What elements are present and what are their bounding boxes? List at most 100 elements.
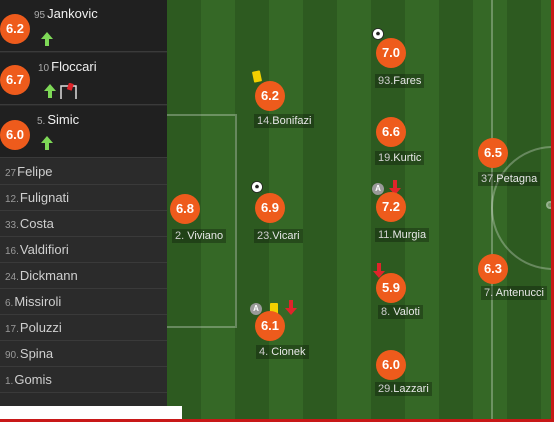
bench-sidebar: 6.2 95 Jankovic 6.7 10 Floccari 6.0 5. Simi… [0,0,167,406]
player-name: Kurtic [393,152,422,164]
player-number: 4. [259,346,269,358]
player-name: Missiroli [14,294,62,309]
player-number: 93. [378,75,394,87]
player-number: 14. [257,115,273,127]
player-name: Antenucci [495,287,544,299]
player-name: Cionek [271,346,306,358]
player-number: 12. [5,194,19,205]
substitute-row[interactable]: 6.0 5. Simic [0,106,167,158]
rating-badge[interactable]: 6.8 [170,194,200,224]
player-number: 7. [484,287,494,299]
goal-ball-icon [372,28,384,40]
player-name: Fulignati [19,190,70,205]
rating-badge[interactable]: 5.9 [376,273,406,303]
player-label[interactable]: 37.Petagna [478,172,541,186]
player-label[interactable]: 11.Murgia [375,228,430,242]
player-name: Murgia [392,229,427,241]
player-label[interactable]: 29.Lazzari [375,382,432,396]
center-spot [546,201,551,209]
player-number: 24. [5,272,19,283]
player-name: Bonifazi [272,115,312,127]
player-name: Spina [19,346,54,361]
bench-row[interactable]: 90.Spina [0,341,167,367]
bench-row[interactable]: 1.Gomis [0,367,167,393]
bench-row[interactable]: 16.Valdifiori [0,237,167,263]
player-label[interactable]: 93.Fares [375,74,425,88]
player-label[interactable]: 23.Vicari [254,229,303,243]
player-label[interactable]: 7. Antenucci [481,286,547,300]
match-lineup-widget: 6.8 2. Viviano 6.2 14.Bonifazi 6.9 23.Vi… [0,0,554,422]
player-number: 11. [378,229,393,241]
substitute-name: 10 Floccari [38,59,97,74]
player-name: Jankovic [47,6,98,21]
player-number: 10 [38,63,50,74]
player-name: Simic [47,112,80,127]
player-name: Lazzari [393,383,429,395]
bench-row[interactable]: 12.Fulignati [0,185,167,211]
player-label[interactable]: 8. Valoti [378,305,423,319]
substitute-row[interactable]: 6.2 95 Jankovic [0,0,167,52]
rating-badge[interactable]: 6.0 [376,350,406,380]
rating-badge[interactable]: 7.0 [376,38,406,68]
rating-badge[interactable]: 6.6 [376,117,406,147]
rating-badge: 6.0 [0,120,30,150]
player-label[interactable]: 4. Cionek [256,345,309,359]
red-card-icon [60,83,77,99]
player-number: 8. [381,306,391,318]
rating-badge[interactable]: 7.2 [376,192,406,222]
substitute-name: 95 Jankovic [34,6,98,21]
player-number: 5. [37,116,46,127]
player-name: Petagna [496,173,538,185]
player-number: 29. [378,383,394,395]
player-number: 33. [5,220,19,231]
substitute-name: 5. Simic [37,112,79,127]
bench-row[interactable]: 24.Dickmann [0,263,167,289]
penalty-box-line [157,114,237,328]
player-label[interactable]: 19.Kurtic [375,151,425,165]
sub-in-arrow-icon [41,136,53,150]
player-name: Valoti [393,306,420,318]
rating-badge[interactable]: 6.2 [255,81,285,111]
sub-in-arrow-icon [44,84,56,98]
player-label[interactable]: 2. Viviano [172,229,227,243]
substitute-row[interactable]: 6.7 10 Floccari [0,53,167,105]
rating-badge: 6.2 [0,14,30,44]
player-number: 90. [5,350,19,361]
sub-in-arrow-icon [41,32,53,46]
player-number: 17. [5,324,19,335]
rating-badge[interactable]: 6.9 [255,193,285,223]
player-number: 95 [34,10,46,21]
player-number: 6. [5,298,14,309]
player-label[interactable]: 14.Bonifazi [254,114,315,128]
rating-badge[interactable]: 6.5 [478,138,508,168]
bench-row[interactable]: 6.Missiroli [0,289,167,315]
player-name: Fares [393,75,422,87]
rating-badge[interactable]: 6.3 [478,254,508,284]
player-name: Viviano [187,230,224,242]
player-number: 2. [175,230,185,242]
player-name: Vicari [272,230,300,242]
player-name: Floccari [51,59,97,74]
assist-icon: A [372,183,384,195]
bench-row[interactable]: 33.Costa [0,211,167,237]
player-number: 27 [5,168,17,179]
player-name: Gomis [14,372,52,387]
sub-out-arrow-icon [285,300,297,315]
player-number: 37. [481,173,497,185]
player-number: 16. [5,246,19,257]
pitch [157,0,551,419]
player-name: Dickmann [19,268,78,283]
player-name: Felipe [17,164,53,179]
bench-row[interactable]: 27Felipe [0,159,167,185]
player-number: 19. [378,152,394,164]
rating-badge: 6.7 [0,65,30,95]
player-name: Valdifiori [19,242,69,257]
rating-badge[interactable]: 6.1 [255,311,285,341]
player-number: 23. [257,230,273,242]
goal-ball-icon [251,181,263,193]
player-name: Costa [19,216,54,231]
bench-row[interactable]: 17.Poluzzi [0,315,167,341]
player-number: 1. [5,376,14,387]
player-name: Poluzzi [19,320,62,335]
footer-strip [0,406,182,419]
